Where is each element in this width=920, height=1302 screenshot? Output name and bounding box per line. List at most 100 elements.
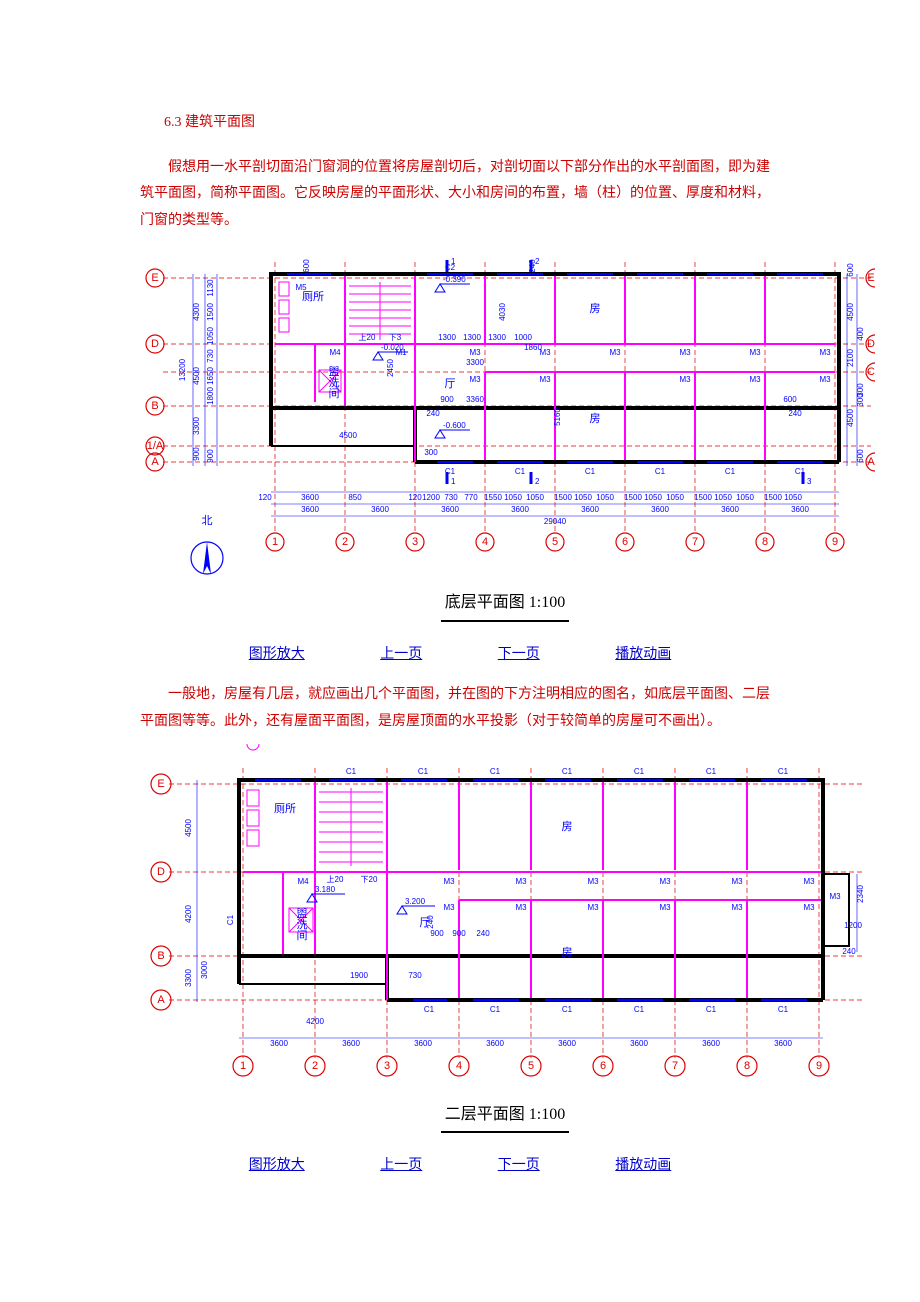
dv-4500v: 4500 — [192, 367, 201, 385]
m4: M4 — [329, 348, 341, 357]
d2-900a: 900 — [430, 929, 444, 938]
dv-1130: 1130 — [206, 279, 215, 297]
m3e: M3 — [749, 348, 761, 357]
dvr-300c: 300 — [856, 383, 865, 397]
d-1200: 1200 — [422, 493, 440, 502]
axis-8: 8 — [762, 536, 768, 548]
c1t3: C1 — [490, 767, 501, 776]
ax2-6: 6 — [600, 1060, 606, 1072]
axis-5: 5 — [552, 536, 558, 548]
d-900i: 900 — [440, 395, 454, 404]
dv-730: 730 — [206, 349, 215, 363]
d-2450: 2450 — [386, 359, 395, 377]
c1b3b: C1 — [562, 1005, 573, 1014]
d-1860: 1860 — [524, 343, 542, 352]
d-bay6: 3600 — [651, 505, 669, 514]
m3-2g: M3 — [443, 903, 455, 912]
figure2-caption: 二层平面图 1:100 — [441, 1100, 569, 1133]
d-1050f: 1050 — [666, 493, 684, 502]
d2-730: 730 — [408, 971, 422, 980]
dt-600: 600 — [302, 259, 311, 273]
axis-E: E — [151, 272, 158, 284]
play-link-2[interactable]: 播放动画 — [615, 1158, 671, 1173]
dvr-4500: 4500 — [846, 303, 855, 321]
c1t1: C1 — [346, 767, 357, 776]
axis-A-r: A — [867, 456, 875, 468]
d-3360b: 3300 — [466, 358, 484, 367]
d-4030: 4030 — [498, 303, 507, 321]
axis-2: 2 — [342, 536, 348, 548]
m3j: M3 — [749, 375, 761, 384]
d-4500i: 4500 — [339, 431, 357, 440]
axis2-A: A — [157, 994, 165, 1006]
d-bay1: 3600 — [301, 505, 319, 514]
d-1500b: 1500 — [624, 493, 642, 502]
dv-13200: 13200 — [178, 359, 187, 382]
link-row-2: 图形放大 上一页 下一页 播放动画 — [140, 1153, 780, 1180]
m3-2f: M3 — [803, 877, 815, 886]
section-number: 6.3 — [164, 115, 182, 130]
d-1050: 1050 — [504, 493, 522, 502]
prev-link[interactable]: 上一页 — [380, 647, 422, 662]
d2-bay1: 3600 — [270, 1039, 288, 1048]
d-850: 850 — [348, 493, 362, 502]
d-120a: 120 — [258, 493, 272, 502]
axis2-D: D — [157, 866, 165, 878]
d2-900b: 900 — [452, 929, 466, 938]
dvr-400: 400 — [856, 327, 865, 341]
m3-2i: M3 — [587, 903, 599, 912]
m3f: M3 — [819, 348, 831, 357]
elev2-1: 3.180 — [315, 885, 336, 894]
d-bay2: 3600 — [371, 505, 389, 514]
d-120b: 120 — [408, 493, 422, 502]
dvr-600t: 600 — [846, 263, 855, 277]
stair-down: 下3 — [389, 333, 402, 342]
dv2-3300: 3300 — [184, 968, 193, 986]
d2-bay5: 3600 — [558, 1039, 576, 1048]
c1b4b: C1 — [634, 1005, 645, 1014]
m3-2b: M3 — [515, 877, 527, 886]
axis-C-r: C — [867, 366, 875, 378]
room-room1: 房 — [590, 302, 601, 315]
zoom-link-2[interactable]: 图形放大 — [249, 1158, 305, 1173]
m3c: M3 — [609, 348, 621, 357]
zoom-link[interactable]: 图形放大 — [249, 647, 305, 662]
c1b1b: C1 — [424, 1005, 435, 1014]
play-link[interactable]: 播放动画 — [615, 647, 671, 662]
m3g: M3 — [469, 375, 481, 384]
d-240j: 240 — [788, 409, 802, 418]
dvr2-1200: 1200 — [844, 921, 862, 930]
axis2-E: E — [157, 778, 164, 790]
elev2-2: 3.200 — [405, 897, 426, 906]
d-total: 29040 — [544, 517, 567, 526]
d-600i: 600 — [783, 395, 797, 404]
d-bay7: 3600 — [721, 505, 739, 514]
paragraph-1: 假想用一水平剖切面沿门窗洞的位置将房屋剖切后，对剖切面以下部分作出的水平剖面图，… — [140, 155, 780, 235]
next-link-2[interactable]: 下一页 — [498, 1158, 540, 1173]
cut-1b: 1 — [451, 477, 456, 486]
d-5160: 5160 — [553, 408, 562, 426]
d2-bay6: 3600 — [630, 1039, 648, 1048]
prev-link-2[interactable]: 上一页 — [380, 1158, 422, 1173]
d-1500: 1500 — [554, 493, 572, 502]
room-wash: 盥洗间 — [327, 366, 340, 400]
dv-1650: 1650 — [206, 367, 215, 385]
figure1-caption: 底层平面图 1:100 — [441, 588, 569, 621]
d-1500c: 1500 — [694, 493, 712, 502]
next-link[interactable]: 下一页 — [498, 647, 540, 662]
paragraph-2: 一般地，房屋有几层，就应画出几个平面图，并在图的下方注明相应的图名，如底层平面图… — [140, 682, 780, 735]
m3i: M3 — [679, 375, 691, 384]
ground-floor-plan-svg: E D B 1/A A E D C A 1 2 3 4 5 6 7 8 9 — [135, 242, 875, 582]
ax2-2: 2 — [312, 1060, 318, 1072]
d-1050e: 1050 — [644, 493, 662, 502]
section-title: 6.3 建筑平面图 — [140, 110, 780, 137]
ax2-9: 9 — [816, 1060, 822, 1072]
m3-2c: M3 — [587, 877, 599, 886]
c1t4: C1 — [562, 767, 573, 776]
c1b5: C1 — [725, 467, 736, 476]
axis-B: B — [151, 400, 158, 412]
m3-2d: M3 — [659, 877, 671, 886]
d-300: 300 — [424, 448, 438, 457]
m3-2j: M3 — [659, 903, 671, 912]
d2-240: 240 — [476, 929, 490, 938]
